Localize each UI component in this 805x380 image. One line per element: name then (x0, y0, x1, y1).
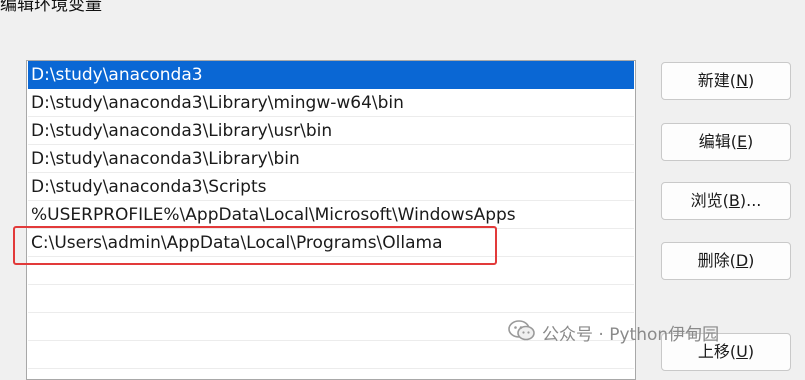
wechat-icon (508, 320, 536, 350)
watermark: 公众号 · Python伊甸园 (508, 320, 719, 346)
watermark-text: 公众号 · Python伊甸园 (542, 325, 720, 345)
red-highlight-box (13, 226, 497, 265)
edit-button[interactable]: 编辑(E) (661, 123, 791, 161)
path-row[interactable]: D:\study\anaconda3\Library\mingw-w64\bin (28, 89, 634, 117)
path-row[interactable]: D:\study\anaconda3\Library\usr\bin (28, 117, 634, 145)
path-row[interactable]: D:\study\anaconda3\Scripts (28, 173, 634, 201)
browse-button[interactable]: 浏览(B)... (661, 182, 791, 220)
dialog-title: 编辑环境变量 (0, 0, 102, 15)
path-row[interactable]: %USERPROFILE%\AppData\Local\Microsoft\Wi… (28, 201, 634, 229)
new-button[interactable]: 新建(N) (661, 62, 791, 100)
path-row[interactable]: D:\study\anaconda3 (28, 61, 634, 89)
delete-button[interactable]: 删除(D) (661, 242, 791, 280)
path-row[interactable]: D:\study\anaconda3\Library\bin (28, 145, 634, 173)
empty-row[interactable] (28, 285, 634, 313)
